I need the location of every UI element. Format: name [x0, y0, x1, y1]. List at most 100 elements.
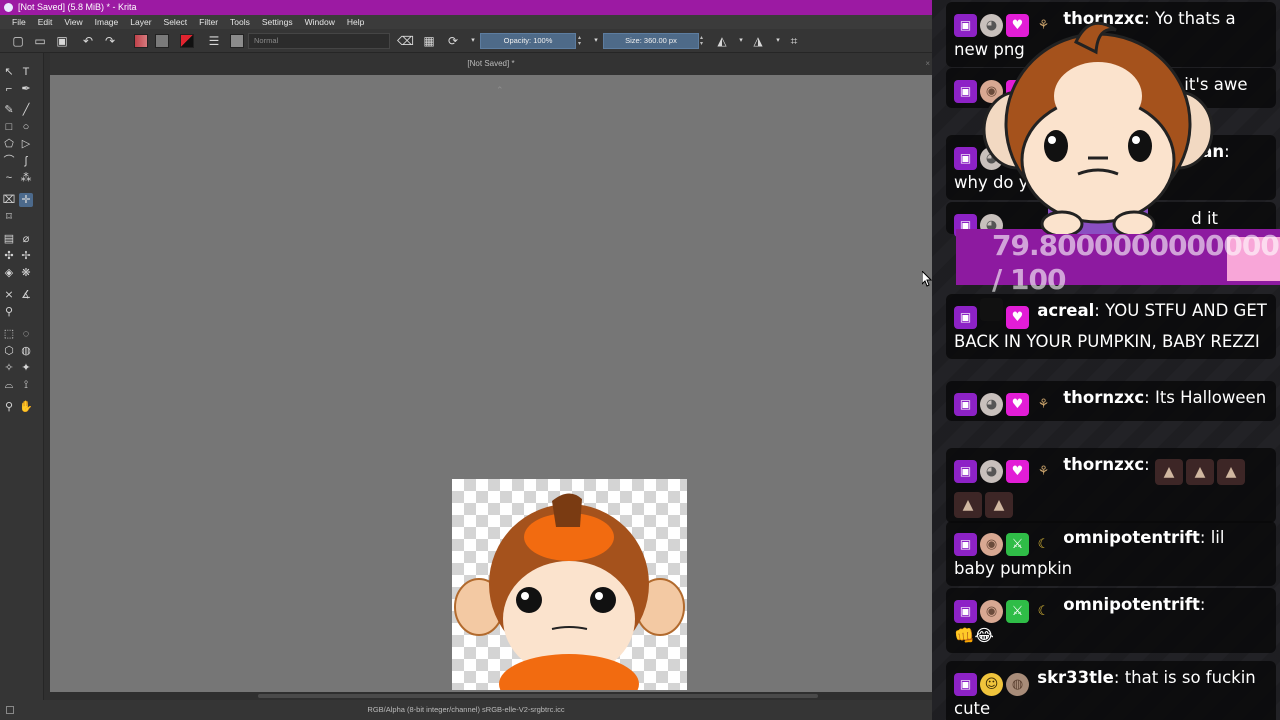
progress-text: 79.80000000000001 / 100	[992, 229, 1280, 296]
polyline-tool-icon[interactable]: ▷	[19, 137, 33, 151]
menu-file[interactable]: File	[6, 15, 32, 29]
brush-settings-icon[interactable]: ☰	[206, 33, 222, 49]
witch-icon: ⚘	[1037, 397, 1050, 412]
sword-icon: ⚔	[1006, 600, 1029, 623]
polygon-tool-icon[interactable]: ⬠	[2, 137, 16, 151]
selection-status-icon	[6, 706, 14, 714]
color-space-info: RGB/Alpha (8-bit integer/channel) sRGB-e…	[367, 705, 565, 714]
mirror-dropdown-icon[interactable]: ▾	[733, 33, 749, 49]
menu-select[interactable]: Select	[158, 15, 194, 29]
text-tool-icon[interactable]: T	[19, 65, 33, 79]
chat-username: acreal	[1037, 301, 1095, 320]
menu-help[interactable]: Help	[341, 15, 370, 29]
transform-tool-icon[interactable]: ⌑	[2, 210, 16, 224]
chat-emoji: 👊😂	[954, 626, 994, 645]
document-tab[interactable]: [Not Saved] * ×	[50, 53, 932, 75]
undo-icon[interactable]: ↶	[80, 33, 96, 49]
wolf-icon: ◕	[980, 393, 1003, 416]
menu-layer[interactable]: Layer	[124, 15, 157, 29]
smart-patch-tool-icon[interactable]: ✢	[19, 249, 33, 263]
mirror-v-dropdown-icon[interactable]: ▾	[770, 33, 786, 49]
rect-select-tool-icon[interactable]: ⬚	[2, 327, 16, 341]
twitch-icon: ▣	[954, 460, 977, 483]
assistant-tool-icon[interactable]: ⨯	[2, 288, 16, 302]
reference-tool-icon[interactable]: ⚲	[2, 305, 16, 319]
size-spin-icon[interactable]: ▴ ▾	[700, 35, 706, 47]
pan-tool-icon[interactable]: ✋	[19, 400, 33, 414]
close-document-icon[interactable]: ×	[925, 53, 930, 75]
fill-tool-icon[interactable]: ◈	[2, 266, 16, 280]
opacity-dropdown-icon[interactable]: ▾	[588, 33, 604, 49]
brush-preset-icon[interactable]	[230, 34, 244, 48]
chat-username: thornzxc	[1063, 388, 1145, 407]
brush-size-slider[interactable]: Size: 360.00 px	[603, 33, 699, 49]
opacity-slider[interactable]: Opacity: 100%	[480, 33, 576, 49]
measure-tool-icon[interactable]: ∡	[19, 288, 33, 302]
move-tool-icon[interactable]: ✛	[19, 193, 33, 207]
calligraphy-tool-icon[interactable]: ✒	[19, 82, 33, 96]
enclose-fill-tool-icon[interactable]: ❋	[19, 266, 33, 280]
pattern-swatch[interactable]	[155, 34, 169, 48]
zoom-tool-icon[interactable]: ⚲	[2, 400, 16, 414]
eraser-icon[interactable]: ⌫	[397, 33, 414, 49]
ellipse-tool-icon[interactable]: ○	[19, 120, 33, 134]
polygon-select-tool-icon[interactable]: ⬡	[2, 344, 16, 358]
gradient-tool-icon[interactable]: ▤	[2, 232, 16, 246]
opacity-spin-icon[interactable]: ▴ ▾	[578, 35, 584, 47]
wrap-around-icon[interactable]: ⌗	[786, 33, 802, 49]
collapse-chevron-icon[interactable]: ⌃	[496, 85, 504, 96]
chat-message: ▣ ◉ ⚔ ☾ omnipotentrift: lil baby pumpkin	[946, 521, 1276, 586]
chat-text: Its Halloween	[1149, 388, 1267, 407]
crop-tool-icon[interactable]: ⌧	[2, 193, 16, 207]
preserve-alpha-icon[interactable]: ▦	[421, 33, 437, 49]
edit-shapes-tool-icon[interactable]: ⌐	[2, 82, 16, 96]
dynamic-brush-tool-icon[interactable]: ~	[2, 171, 16, 185]
brush-tool-icon[interactable]: ✎	[2, 103, 16, 117]
redo-icon[interactable]: ↷	[102, 33, 118, 49]
canvas[interactable]	[50, 105, 932, 692]
save-document-icon[interactable]: ▣	[54, 33, 70, 49]
preset-dropdown-icon[interactable]: ▾	[465, 33, 481, 49]
menu-settings[interactable]: Settings	[256, 15, 299, 29]
ellipse-select-tool-icon[interactable]: ◌	[19, 327, 33, 341]
magnetic-select-tool-icon[interactable]: ⟟	[19, 378, 33, 392]
bezier-select-tool-icon[interactable]: ⌓	[2, 378, 16, 392]
fg-bg-color-icon[interactable]	[180, 34, 194, 48]
freehand-path-tool-icon[interactable]: ʃ	[19, 154, 33, 168]
horizontal-scrollbar[interactable]	[50, 692, 932, 700]
heart-icon: ♥	[1006, 306, 1029, 329]
mouse-pointer-icon	[922, 271, 932, 287]
menu-view[interactable]: View	[58, 15, 88, 29]
menu-edit[interactable]: Edit	[32, 15, 59, 29]
menu-image[interactable]: Image	[89, 15, 125, 29]
title-bar: [Not Saved] (5.8 MiB) * - Krita	[0, 0, 932, 15]
reload-preset-icon[interactable]: ⟳	[445, 33, 461, 49]
sword-icon: ⚔	[1006, 533, 1029, 556]
blend-mode-select[interactable]: Normal	[248, 33, 390, 49]
open-document-icon[interactable]: ▭	[32, 33, 48, 49]
new-document-icon[interactable]: ▢	[10, 33, 26, 49]
contiguous-select-tool-icon[interactable]: ✧	[2, 361, 16, 375]
scrollbar-thumb[interactable]	[258, 694, 818, 698]
select-shapes-tool-icon[interactable]: ↖	[2, 65, 16, 79]
heart-icon: ♥	[1006, 460, 1029, 483]
gradient-swatch[interactable]	[134, 34, 148, 48]
witch-hat-emote-icon: ▲	[1154, 459, 1183, 485]
rectangle-tool-icon[interactable]: □	[2, 120, 16, 134]
freehand-select-tool-icon[interactable]: ◍	[19, 344, 33, 358]
menu-window[interactable]: Window	[299, 15, 341, 29]
mirror-horizontal-icon[interactable]: ◭	[714, 33, 730, 49]
mirror-vertical-icon[interactable]: ◮	[750, 33, 766, 49]
line-tool-icon[interactable]: ╱	[19, 103, 33, 117]
menu-tools[interactable]: Tools	[224, 15, 256, 29]
colorize-mask-tool-icon[interactable]: ✣	[2, 249, 16, 263]
twitch-icon: ▣	[954, 393, 977, 416]
wolf-icon: ◕	[980, 460, 1003, 483]
color-picker-tool-icon[interactable]: ⌀	[19, 232, 33, 246]
similar-select-tool-icon[interactable]: ✦	[19, 361, 33, 375]
multibrush-tool-icon[interactable]: ⁂	[19, 171, 33, 185]
twitch-icon: ▣	[954, 80, 977, 103]
image-layer[interactable]	[452, 479, 687, 690]
bezier-tool-icon[interactable]: ⌒	[2, 154, 16, 168]
menu-filter[interactable]: Filter	[193, 15, 224, 29]
